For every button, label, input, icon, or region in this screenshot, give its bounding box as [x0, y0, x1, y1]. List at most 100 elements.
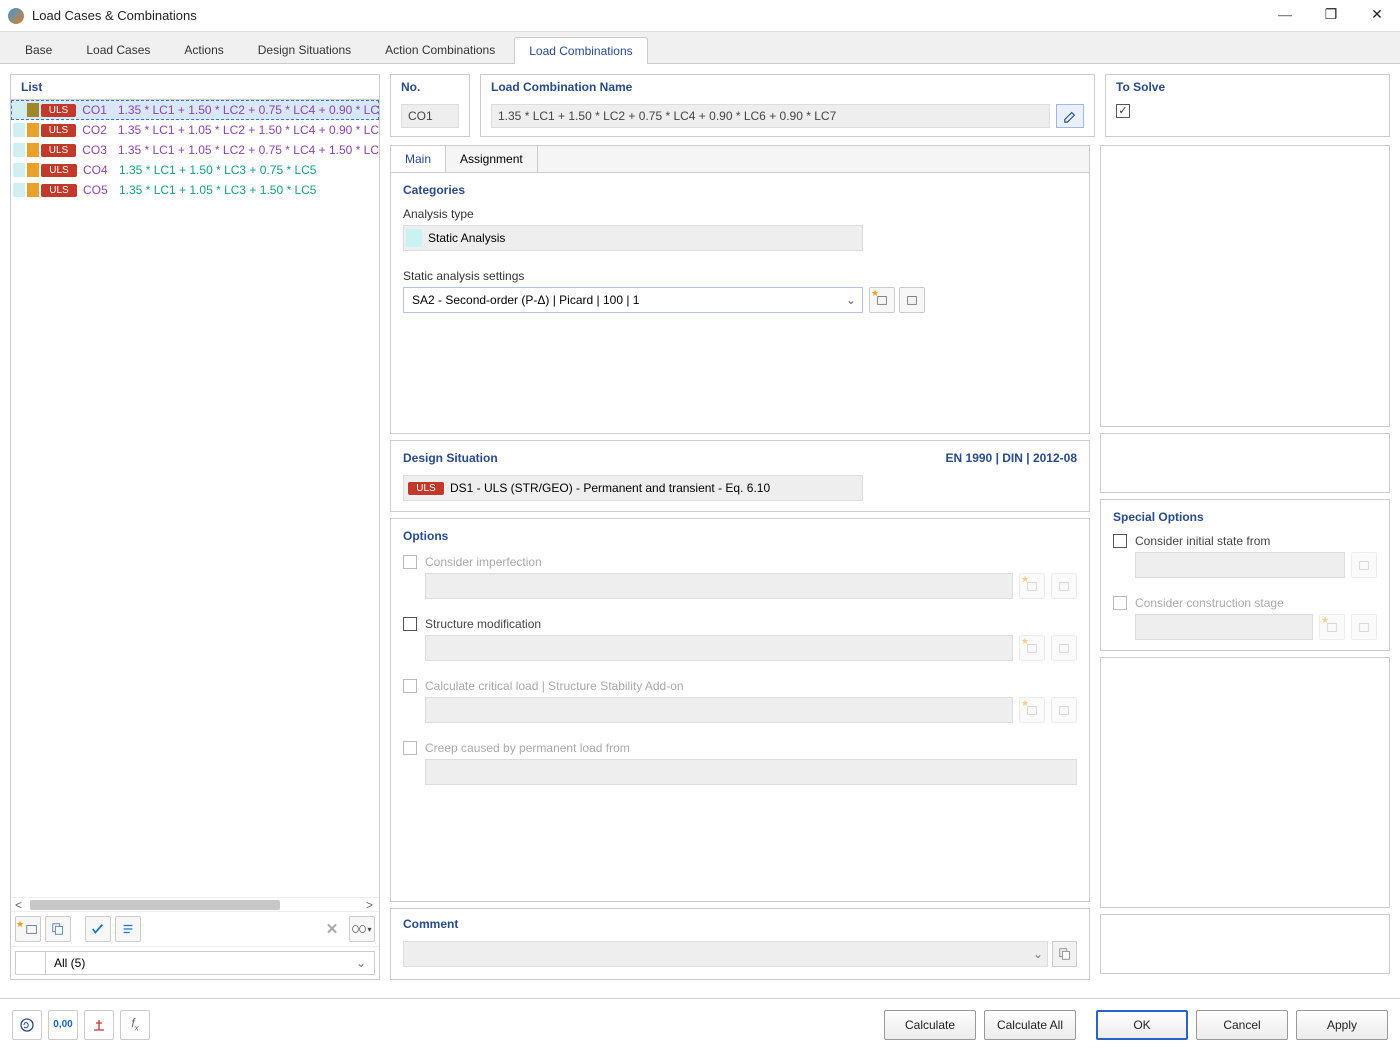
sort-button[interactable]	[115, 916, 141, 942]
color-swatch-b	[27, 123, 39, 137]
initial-state-checkbox[interactable]	[1113, 534, 1127, 548]
settings-label: Static analysis settings	[403, 269, 1077, 283]
new-item-button[interactable]: ★	[15, 916, 41, 942]
to-solve-label: To Solve	[1106, 75, 1389, 99]
function-button[interactable]: fx	[120, 1010, 150, 1040]
imperfection-field	[425, 573, 1013, 599]
color-swatch-a	[13, 143, 25, 157]
construction-stage-new-button: ★	[1319, 614, 1345, 640]
list-header: List	[11, 75, 379, 100]
preview-pane-bottom	[1100, 657, 1390, 908]
settings-value: SA2 - Second-order (P-Δ) | Picard | 100 …	[412, 293, 836, 307]
color-swatch-a	[13, 123, 25, 137]
creep-checkbox	[403, 741, 417, 755]
close-button[interactable]: ✕	[1354, 0, 1400, 32]
structure-mod-label: Structure modification	[425, 617, 541, 631]
copy-item-button[interactable]	[45, 916, 71, 942]
uls-tag: ULS	[41, 184, 77, 197]
preview-pane-top	[1100, 145, 1390, 427]
combination-formula: 1.35 * LC1 + 1.05 * LC2 + 1.50 * LC4 + 0…	[118, 123, 379, 137]
view-toggle-button[interactable]: ▾	[349, 916, 375, 942]
combination-formula: 1.35 * LC1 + 1.05 * LC3 + 1.50 * LC5	[119, 183, 316, 197]
to-solve-section: To Solve ✓	[1105, 74, 1390, 137]
critical-load-checkbox	[403, 679, 417, 693]
tab-design-situations[interactable]: Design Situations	[243, 36, 366, 63]
preview-pane-mid	[1100, 433, 1390, 493]
categories-section: Categories Analysis type Static Analysis…	[390, 173, 1090, 434]
analysis-type-value: Static Analysis	[428, 231, 505, 245]
combination-list-panel: List ULSCO11.35 * LC1 + 1.50 * LC2 + 0.7…	[10, 74, 380, 980]
structure-mod-checkbox[interactable]	[403, 617, 417, 631]
window-title: Load Cases & Combinations	[32, 8, 1262, 23]
list-item[interactable]: ULSCO31.35 * LC1 + 1.05 * LC2 + 0.75 * L…	[11, 140, 379, 160]
creep-label: Creep caused by permanent load from	[425, 741, 630, 755]
uls-tag: ULS	[41, 124, 77, 137]
special-options-section: Special Options Consider initial state f…	[1100, 499, 1390, 651]
critical-load-edit-button	[1051, 697, 1077, 723]
tab-action-combinations[interactable]: Action Combinations	[370, 36, 510, 63]
list-item[interactable]: ULSCO51.35 * LC1 + 1.05 * LC3 + 1.50 * L…	[11, 180, 379, 200]
critical-load-label: Calculate critical load | Structure Stab…	[425, 679, 684, 693]
tab-load-combinations[interactable]: Load Combinations	[514, 37, 647, 64]
name-label: Load Combination Name	[481, 75, 1094, 99]
comment-section: Comment ⌄	[390, 908, 1090, 980]
detail-tabs: MainAssignment	[390, 145, 1090, 173]
subtab-main[interactable]: Main	[391, 146, 446, 172]
calculate-all-button[interactable]: Calculate All	[984, 1010, 1076, 1040]
footer: 0,00 fx Calculate Calculate All OK Cance…	[0, 998, 1400, 1050]
cancel-button[interactable]: Cancel	[1196, 1010, 1288, 1040]
settings-select[interactable]: SA2 - Second-order (P-Δ) | Picard | 100 …	[403, 287, 863, 313]
comment-select[interactable]: ⌄	[403, 941, 1048, 967]
design-situation-title: Design Situation	[403, 451, 498, 465]
color-swatch-b	[27, 183, 39, 197]
check-button[interactable]	[85, 916, 111, 942]
list-item[interactable]: ULSCO11.35 * LC1 + 1.50 * LC2 + 0.75 * L…	[11, 100, 379, 120]
design-situation-section: Design Situation EN 1990 | DIN | 2012-08…	[390, 440, 1090, 512]
tab-base[interactable]: Base	[10, 36, 67, 63]
combination-formula: 1.35 * LC1 + 1.50 * LC2 + 0.75 * LC4 + 0…	[118, 103, 379, 117]
ok-button[interactable]: OK	[1096, 1010, 1188, 1040]
tab-actions[interactable]: Actions	[169, 36, 238, 63]
tab-load-cases[interactable]: Load Cases	[71, 36, 165, 63]
units-button[interactable]: 0,00	[48, 1010, 78, 1040]
subtab-assignment[interactable]: Assignment	[446, 146, 538, 172]
edit-name-button[interactable]	[1056, 104, 1084, 128]
creep-field	[425, 759, 1077, 785]
combination-id: CO2	[82, 123, 114, 137]
name-section: Load Combination Name 1.35 * LC1 + 1.50 …	[480, 74, 1095, 137]
construction-stage-label: Consider construction stage	[1135, 596, 1284, 610]
uls-tag: ULS	[41, 164, 77, 177]
no-field: CO1	[401, 104, 459, 128]
calculate-button[interactable]: Calculate	[884, 1010, 976, 1040]
app-icon	[8, 8, 24, 24]
list-toolbar: ★ ✕ ▾	[11, 911, 379, 946]
new-settings-button[interactable]: ★	[869, 287, 895, 313]
structure-mod-field	[425, 635, 1013, 661]
minimize-button[interactable]: —	[1262, 0, 1308, 32]
to-solve-checkbox[interactable]: ✓	[1116, 104, 1130, 118]
critical-load-field	[425, 697, 1013, 723]
imperfection-label: Consider imperfection	[425, 555, 542, 569]
combination-formula: 1.35 * LC1 + 1.50 * LC3 + 0.75 * LC5	[119, 163, 316, 177]
edit-settings-button[interactable]	[899, 287, 925, 313]
structure-mod-edit-button	[1051, 635, 1077, 661]
delete-button[interactable]: ✕	[319, 916, 345, 942]
imperfection-new-button: ★	[1019, 573, 1045, 599]
categories-title: Categories	[403, 183, 1077, 197]
list-filter-select[interactable]: All (5) ⌄	[45, 951, 375, 975]
color-swatch-b	[27, 143, 39, 157]
filter-icon	[15, 951, 45, 975]
help-button[interactable]	[12, 1010, 42, 1040]
list-item[interactable]: ULS CO2 1.35 * LC1 + 1.05 * LC2 + 1.50 * L…	[11, 120, 379, 140]
combination-list[interactable]: ULSCO11.35 * LC1 + 1.50 * LC2 + 0.75 * L…	[11, 100, 379, 897]
list-item[interactable]: ULSCO41.35 * LC1 + 1.50 * LC3 + 0.75 * L…	[11, 160, 379, 180]
model-button[interactable]	[84, 1010, 114, 1040]
list-h-scrollbar[interactable]: < >	[11, 897, 379, 911]
design-situation-reference: EN 1990 | DIN | 2012-08	[946, 451, 1077, 465]
apply-button[interactable]: Apply	[1296, 1010, 1388, 1040]
maximize-button[interactable]: ❐	[1308, 0, 1354, 32]
combination-formula: 1.35 * LC1 + 1.05 * LC2 + 0.75 * LC4 + 1…	[118, 143, 379, 157]
main-tabs: BaseLoad CasesActionsDesign SituationsAc…	[0, 32, 1400, 64]
combination-id: CO3	[82, 143, 114, 157]
comment-copy-button[interactable]	[1052, 941, 1077, 967]
